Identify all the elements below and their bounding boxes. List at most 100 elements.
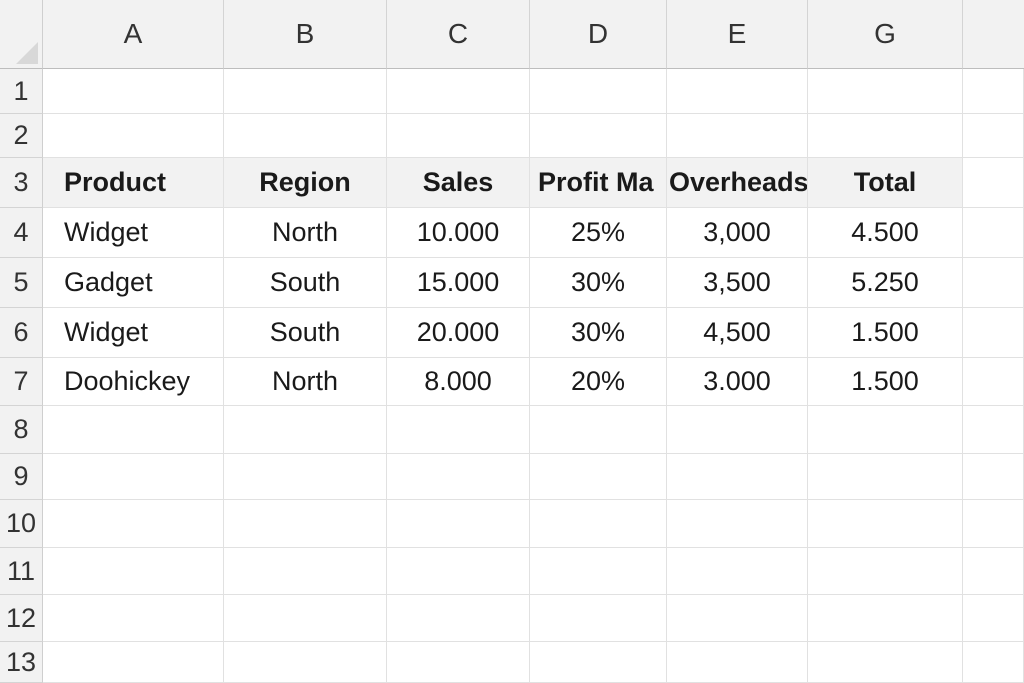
cell[interactable] [43,548,224,595]
cell[interactable] [963,358,1024,406]
table-data-cell[interactable]: North [224,358,387,406]
cell[interactable] [224,406,387,454]
cell[interactable] [808,642,963,683]
column-header-next[interactable] [963,0,1024,69]
cell[interactable] [224,642,387,683]
cell[interactable] [963,69,1024,114]
cell[interactable] [963,595,1024,642]
cell[interactable] [387,642,530,683]
table-data-cell[interactable]: 20% [530,358,667,406]
cell[interactable] [387,69,530,114]
table-data-cell[interactable]: 5.250 [808,258,963,308]
cell[interactable] [224,500,387,548]
table-data-cell[interactable]: 30% [530,258,667,308]
row-header-9[interactable]: 9 [0,454,43,500]
column-header-d[interactable]: D [530,0,667,69]
row-header-6[interactable]: 6 [0,308,43,358]
cell[interactable] [43,595,224,642]
cell[interactable] [530,642,667,683]
cell[interactable] [530,69,667,114]
cell[interactable] [667,548,808,595]
cell[interactable] [43,69,224,114]
table-header-cell[interactable]: Profit Ma [530,158,667,208]
table-header-cell[interactable]: Total [808,158,963,208]
cell[interactable] [963,500,1024,548]
cell[interactable] [43,454,224,500]
cell[interactable] [530,406,667,454]
column-header-g[interactable]: G [808,0,963,69]
cell[interactable] [963,642,1024,683]
table-data-cell[interactable]: 3,500 [667,258,808,308]
table-data-cell[interactable]: 1.500 [808,308,963,358]
table-data-cell[interactable]: 3.000 [667,358,808,406]
row-header-4[interactable]: 4 [0,208,43,258]
cell[interactable] [667,595,808,642]
row-header-3[interactable]: 3 [0,158,43,208]
table-data-cell[interactable]: 1.500 [808,358,963,406]
cell[interactable] [667,114,808,158]
column-header-b[interactable]: B [224,0,387,69]
cell[interactable] [963,406,1024,454]
table-data-cell[interactable]: 30% [530,308,667,358]
column-header-a[interactable]: A [43,0,224,69]
table-data-cell[interactable]: 20.000 [387,308,530,358]
column-header-c[interactable]: C [387,0,530,69]
table-data-cell[interactable]: Gadget [43,258,224,308]
cell[interactable] [387,114,530,158]
table-data-cell[interactable]: 10.000 [387,208,530,258]
cell[interactable] [387,500,530,548]
cell[interactable] [808,500,963,548]
row-header-1[interactable]: 1 [0,69,43,114]
cell[interactable] [387,595,530,642]
cell[interactable] [43,642,224,683]
table-data-cell[interactable]: 4.500 [808,208,963,258]
cell[interactable] [224,548,387,595]
cell[interactable] [530,454,667,500]
cell[interactable] [224,114,387,158]
cell[interactable] [43,406,224,454]
table-data-cell[interactable]: South [224,308,387,358]
table-data-cell[interactable]: Doohickey [43,358,224,406]
cell[interactable] [224,595,387,642]
cell[interactable] [387,406,530,454]
cell[interactable] [808,69,963,114]
select-all-corner[interactable] [0,0,43,69]
cell[interactable] [530,500,667,548]
table-data-cell[interactable]: 8.000 [387,358,530,406]
cell[interactable] [224,454,387,500]
row-header-5[interactable]: 5 [0,258,43,308]
cell[interactable] [530,548,667,595]
table-data-cell[interactable]: 4,500 [667,308,808,358]
table-data-cell[interactable]: North [224,208,387,258]
cell[interactable] [667,69,808,114]
cell[interactable] [667,500,808,548]
row-header-10[interactable]: 10 [0,500,43,548]
cell[interactable] [667,454,808,500]
cell[interactable] [43,114,224,158]
table-header-cell[interactable]: Region [224,158,387,208]
cell[interactable] [963,454,1024,500]
table-header-cell[interactable]: Sales [387,158,530,208]
cell[interactable] [808,114,963,158]
cell[interactable] [963,208,1024,258]
cell[interactable] [387,454,530,500]
table-data-cell[interactable]: Widget [43,308,224,358]
cell[interactable] [963,114,1024,158]
cell[interactable] [43,500,224,548]
row-header-13[interactable]: 13 [0,642,43,683]
cell[interactable] [667,406,808,454]
table-data-cell[interactable]: 3,000 [667,208,808,258]
cell[interactable] [530,114,667,158]
cell[interactable] [224,69,387,114]
cell[interactable] [387,548,530,595]
table-header-cell[interactable]: Product [43,158,224,208]
cell[interactable] [963,158,1024,208]
row-header-12[interactable]: 12 [0,595,43,642]
row-header-7[interactable]: 7 [0,358,43,406]
cell[interactable] [667,642,808,683]
cell[interactable] [808,548,963,595]
table-header-cell[interactable]: Overheads [667,158,808,208]
row-header-8[interactable]: 8 [0,406,43,454]
row-header-11[interactable]: 11 [0,548,43,595]
cell[interactable] [963,258,1024,308]
